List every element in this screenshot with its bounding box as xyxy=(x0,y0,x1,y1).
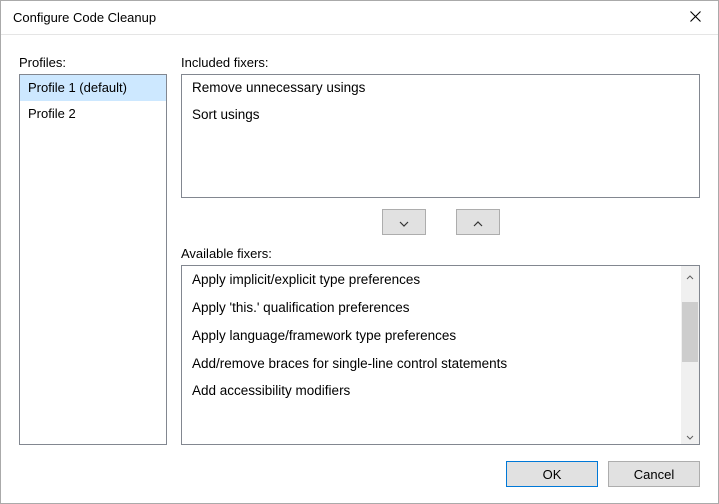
scroll-up-arrow[interactable] xyxy=(681,266,699,284)
chevron-up-icon xyxy=(473,215,483,230)
available-label: Available fixers: xyxy=(181,246,700,261)
content-area: Profiles: Profile 1 (default)Profile 2 I… xyxy=(19,55,700,445)
titlebar: Configure Code Cleanup xyxy=(1,1,718,35)
ok-button[interactable]: OK xyxy=(506,461,598,487)
profile-item[interactable]: Profile 1 (default) xyxy=(20,75,166,101)
available-fixer-item[interactable]: Apply language/framework type preference… xyxy=(182,322,681,350)
available-fixers-listbox[interactable]: Apply implicit/explicit type preferences… xyxy=(181,265,700,445)
move-buttons-bar xyxy=(181,198,700,246)
close-button[interactable] xyxy=(672,2,718,34)
close-icon xyxy=(690,10,701,25)
included-fixers-listbox[interactable]: Remove unnecessary usingsSort usings xyxy=(181,74,700,198)
move-up-button[interactable] xyxy=(456,209,500,235)
chevron-up-icon xyxy=(686,268,694,283)
included-fixer-item[interactable]: Sort usings xyxy=(182,102,699,129)
scroll-thumb[interactable] xyxy=(682,302,698,362)
chevron-down-icon xyxy=(399,215,409,230)
cancel-button[interactable]: Cancel xyxy=(608,461,700,487)
scroll-track[interactable] xyxy=(681,284,699,426)
profiles-label: Profiles: xyxy=(19,55,167,70)
included-fixer-item[interactable]: Remove unnecessary usings xyxy=(182,75,699,102)
available-fixer-item[interactable]: Add/remove braces for single-line contro… xyxy=(182,350,681,378)
profiles-column: Profiles: Profile 1 (default)Profile 2 xyxy=(19,55,167,445)
profiles-listbox[interactable]: Profile 1 (default)Profile 2 xyxy=(19,74,167,445)
available-section: Available fixers: Apply implicit/explici… xyxy=(181,246,700,445)
profile-item[interactable]: Profile 2 xyxy=(20,101,166,127)
fixers-column: Included fixers: Remove unnecessary usin… xyxy=(181,55,700,445)
dialog-footer: OK Cancel xyxy=(506,461,700,487)
dialog-title: Configure Code Cleanup xyxy=(13,10,672,25)
scrollbar[interactable] xyxy=(681,266,699,444)
move-down-button[interactable] xyxy=(382,209,426,235)
included-label: Included fixers: xyxy=(181,55,700,70)
available-fixer-item[interactable]: Apply 'this.' qualification preferences xyxy=(182,294,681,322)
available-fixer-item[interactable]: Apply implicit/explicit type preferences xyxy=(182,266,681,294)
available-fixer-item[interactable]: Add accessibility modifiers xyxy=(182,377,681,405)
chevron-down-icon xyxy=(686,428,694,443)
scroll-down-arrow[interactable] xyxy=(681,426,699,444)
